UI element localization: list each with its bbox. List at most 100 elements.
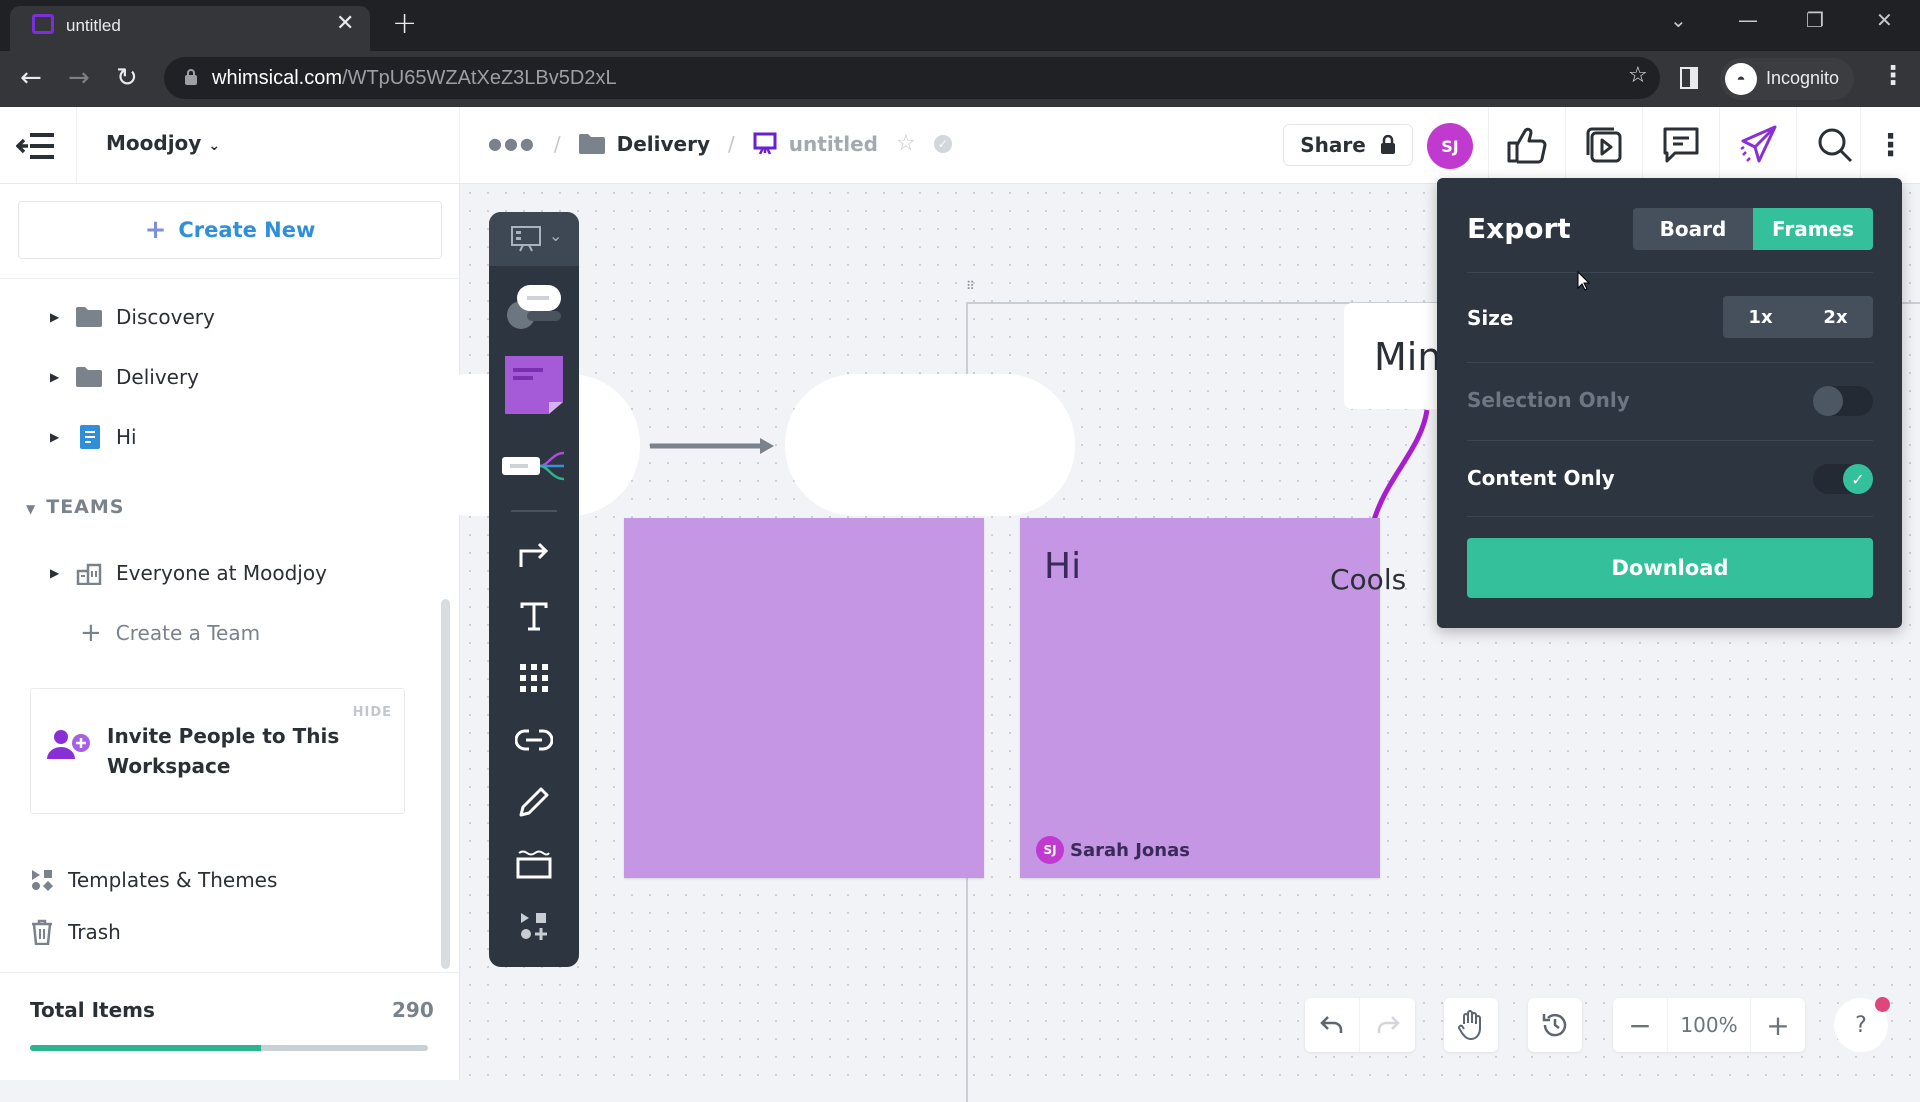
tool-text[interactable]	[489, 586, 579, 646]
tab-search-chevron-icon[interactable]: ⌄	[1670, 8, 1687, 32]
sidebar-item-delivery[interactable]: ▶ Delivery	[50, 357, 199, 397]
hand-tool-button[interactable]	[1444, 998, 1498, 1052]
invite-card[interactable]: HIDE Invite People to This Workspace	[30, 688, 405, 814]
share-button[interactable]: Share	[1283, 124, 1413, 166]
new-tab-button[interactable]: +	[392, 6, 417, 41]
teams-heading[interactable]: ▼ TEAMS	[26, 496, 124, 518]
zoom-out-button[interactable]: −	[1613, 998, 1667, 1052]
size-2x-option[interactable]: 2x	[1798, 296, 1873, 338]
expand-caret-icon[interactable]: ▶	[50, 310, 62, 324]
tool-grid[interactable]	[489, 648, 579, 708]
reload-button[interactable]: ↻	[116, 63, 138, 93]
link-icon	[515, 729, 553, 751]
templates-themes-item[interactable]: Templates & Themes	[30, 860, 277, 900]
tool-frame[interactable]	[489, 834, 579, 894]
scope-board-option[interactable]: Board	[1633, 208, 1753, 250]
side-panel-icon[interactable]	[1680, 67, 1698, 89]
restore-button[interactable]: ❐	[1806, 8, 1824, 32]
redo-button[interactable]	[1360, 998, 1415, 1052]
sidebar-scrollbar[interactable]	[441, 599, 450, 969]
total-items-label: Total Items	[30, 998, 155, 1022]
connector-label[interactable]: Cools	[1330, 563, 1406, 596]
check-icon: ✓	[1843, 464, 1873, 494]
forward-button[interactable]: →	[68, 63, 90, 93]
like-button[interactable]	[1488, 107, 1564, 183]
url-path: /WTpU65WZAtXeZ3LBv5D2xL	[342, 67, 617, 89]
comments-button[interactable]	[1642, 107, 1718, 183]
back-button[interactable]: ←	[20, 63, 42, 93]
tool-pencil[interactable]	[489, 772, 579, 832]
undo-button[interactable]	[1305, 998, 1360, 1052]
trash-item[interactable]: Trash	[30, 912, 121, 952]
minimize-button[interactable]: —	[1738, 8, 1758, 32]
present-button[interactable]	[1565, 107, 1641, 183]
incognito-profile-button[interactable]: ◓ Incognito	[1720, 58, 1854, 100]
board-type-switcher[interactable]: ⌄	[489, 212, 579, 266]
sticky-note-hi[interactable]: Hi SJ Sarah Jonas	[1020, 518, 1380, 878]
create-new-button[interactable]: + Create New	[18, 201, 442, 259]
usage-progress-bar	[30, 1045, 428, 1051]
tool-connector[interactable]	[489, 524, 579, 584]
frame-icon	[516, 850, 552, 879]
publish-button[interactable]	[1719, 107, 1795, 183]
close-window-button[interactable]: ✕	[1876, 8, 1893, 32]
zoom-level[interactable]: 100%	[1667, 998, 1751, 1052]
connector-arrow[interactable]	[648, 434, 778, 458]
size-1x-option[interactable]: 1x	[1723, 296, 1798, 338]
breadcrumb-current[interactable]: untitled	[753, 132, 878, 156]
templates-icon	[32, 870, 53, 891]
tool-more-shapes[interactable]	[489, 896, 579, 956]
collapse-sidebar-icon[interactable]	[16, 129, 58, 163]
board-title[interactable]: untitled	[789, 132, 878, 156]
scope-frames-option[interactable]: Frames	[1753, 208, 1873, 250]
app-header: Moodjoy ⌄ ●●● / Delivery / untitled ☆ ✓ …	[0, 107, 1920, 184]
more-vertical-icon[interactable]: ⋮	[1860, 107, 1920, 183]
incognito-icon: ◓	[1725, 63, 1757, 95]
author-avatar: SJ	[1036, 836, 1064, 864]
workspace-switcher[interactable]: Moodjoy ⌄	[106, 131, 220, 155]
sidebar-item-hi[interactable]: ▶ Hi	[50, 417, 137, 457]
history-button[interactable]	[1528, 998, 1582, 1052]
text-icon	[520, 602, 548, 631]
favorite-star-icon[interactable]: ☆	[896, 131, 916, 156]
user-avatar[interactable]: SJ	[1427, 123, 1473, 169]
board-icon	[753, 132, 777, 155]
sidebar-item-team[interactable]: ▶ Everyone at Moodjoy	[50, 553, 327, 593]
tool-link[interactable]	[489, 710, 579, 770]
breadcrumb-label: Delivery	[616, 131, 711, 156]
shape-pill-center[interactable]	[785, 374, 1075, 516]
add-user-icon	[47, 730, 90, 759]
create-team-button[interactable]: + Create a Team	[80, 613, 260, 653]
download-button[interactable]: Download	[1467, 538, 1873, 598]
sidebar-item-discovery[interactable]: ▶ Discovery	[50, 297, 215, 337]
close-tab-icon[interactable]: ✕	[336, 11, 354, 36]
selection-only-toggle[interactable]	[1813, 386, 1873, 416]
sidebar-header-divider	[459, 107, 460, 183]
expand-caret-icon[interactable]: ▶	[50, 566, 62, 580]
tool-flowchart[interactable]	[489, 276, 579, 336]
browser-menu-icon[interactable]: ⋮	[1880, 61, 1906, 91]
expand-caret-icon[interactable]: ▶	[50, 430, 62, 444]
sticky-note-text: Hi	[1044, 546, 1082, 587]
hide-button[interactable]: HIDE	[353, 705, 392, 720]
expand-caret-icon[interactable]: ▶	[50, 370, 62, 384]
lock-icon	[1380, 135, 1395, 154]
shapes-icon	[521, 913, 547, 940]
zoom-in-button[interactable]: +	[1751, 998, 1805, 1052]
tool-palette: ⌄	[489, 212, 579, 967]
browser-tab[interactable]: untitled ✕	[10, 6, 370, 51]
sticky-note-empty[interactable]	[624, 518, 984, 878]
tool-sticky-note[interactable]	[489, 350, 579, 420]
address-bar[interactable]: whimsical.com/WTpU65WZAtXeZ3LBv5D2xL ☆	[164, 57, 1660, 99]
browser-toolbar: ← → ↻ whimsical.com/WTpU65WZAtXeZ3LBv5D2…	[0, 51, 1920, 107]
breadcrumb-delivery[interactable]: Delivery	[578, 131, 711, 156]
mouse-cursor	[1577, 271, 1591, 291]
toggle-knob	[1813, 386, 1843, 416]
bookmark-star-icon[interactable]: ☆	[1628, 63, 1648, 88]
tool-mindmap[interactable]	[489, 436, 579, 496]
frame-drag-handle-icon[interactable]: ⠿	[966, 280, 975, 292]
plus-icon: +	[80, 618, 102, 648]
connector-arrow-icon	[519, 542, 549, 567]
content-only-toggle[interactable]: ✓	[1813, 464, 1873, 494]
breadcrumb-more-icon[interactable]: ●●●	[488, 134, 536, 153]
